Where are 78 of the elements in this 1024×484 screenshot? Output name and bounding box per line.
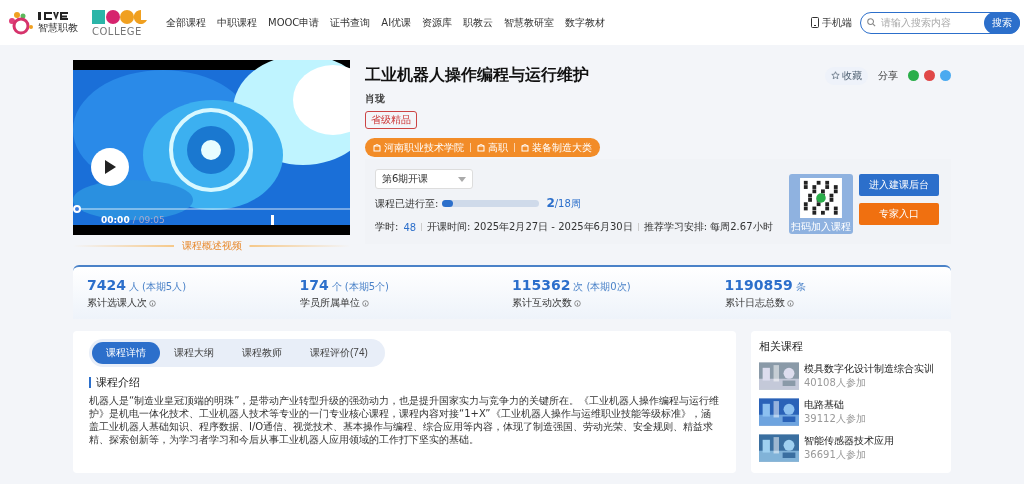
mooc-logo-icon bbox=[92, 8, 148, 26]
session-select[interactable]: 第6期开课 bbox=[375, 169, 473, 189]
stat-value: 174 bbox=[299, 277, 329, 293]
course-admin-button[interactable]: 进入建课后台 bbox=[859, 174, 939, 196]
info-icon[interactable] bbox=[574, 299, 581, 307]
stat-unit: 次 bbox=[573, 280, 584, 294]
progress-label: 课程已进行至: bbox=[375, 196, 439, 211]
nav-link[interactable]: 数字教材 bbox=[565, 15, 606, 30]
nav-link[interactable]: 中职课程 bbox=[217, 15, 257, 30]
video-progress-thumb[interactable] bbox=[73, 205, 81, 213]
related-course-link[interactable]: 模具数字化设计制造综合实训 bbox=[804, 362, 934, 376]
share-label: 分享 bbox=[878, 68, 898, 83]
nav-link[interactable]: 全部课程 bbox=[166, 15, 206, 30]
video-caption: 课程概述视频 bbox=[181, 239, 242, 253]
qq-share-icon[interactable] bbox=[940, 70, 951, 81]
participant-count: 36691人参加 bbox=[804, 448, 867, 462]
course-title: 工业机器人操作编程与运行维护 bbox=[365, 65, 589, 86]
phone-icon bbox=[811, 17, 819, 28]
related-course-link[interactable]: 智能传感器技术应用 bbox=[804, 434, 894, 448]
stat-unit: 条 bbox=[795, 280, 806, 294]
nav-link[interactable]: 职教云 bbox=[463, 15, 494, 30]
play-icon bbox=[103, 159, 117, 175]
participant-count: 39112人参加 bbox=[804, 412, 866, 426]
total-weeks: /18周 bbox=[554, 197, 581, 211]
wechat-share-icon[interactable] bbox=[908, 70, 919, 81]
course-description: 机器人是“制造业皇冠顶端的明珠”，是带动产业转型升级的强劲动力，也是提升国家实力与竞争力的关键所在。《工业机器人操作编程与运行维护》是机电一体化技术、工业机器人技术等专业的一门专业核心课程，课程内容对接“1+X”《工业机器人操作与运维职业技能等级标准》，涵盖工业机器人基础知识、程序数据、I/O通信、视觉技术、基本操作与编程、综合应用等内容，体现了制造强国、劳动光荣、安全规则、精益求精、探索创新等，为学习者学习和今后从事工业机器人应用领域的工作打下坚实的基础。 bbox=[89, 394, 720, 446]
stat-period: (本期5人) bbox=[141, 280, 187, 294]
hours-value: 48 bbox=[403, 221, 417, 233]
search-icon bbox=[867, 18, 876, 27]
college-logo-text: COLLEGE bbox=[92, 26, 143, 37]
nav-link[interactable]: 智慧教研室 bbox=[504, 15, 555, 30]
current-week: 2 bbox=[546, 196, 555, 210]
tab[interactable]: 课程大纲 bbox=[160, 342, 228, 364]
study-schedule: 推荐学习安排: 每周2.67小时 bbox=[643, 220, 773, 234]
stat-period: (本期5个) bbox=[344, 280, 389, 294]
stat-label: 累计选课人次 bbox=[87, 296, 147, 310]
info-icon[interactable] bbox=[149, 299, 156, 307]
stat-label: 累计互动次数 bbox=[512, 296, 572, 310]
tab[interactable]: 课程教师 bbox=[228, 342, 296, 364]
stat-value: 115362 bbox=[512, 277, 571, 293]
quality-tag: 省级精品 bbox=[365, 111, 417, 129]
logo-text: 智慧职教 bbox=[38, 20, 78, 35]
caret-icon bbox=[458, 176, 466, 182]
stat-unit: 人 bbox=[128, 280, 139, 294]
stat-value: 7424 bbox=[87, 277, 126, 293]
stat-label: 累计日志总数 bbox=[724, 296, 785, 310]
mobile-link[interactable]: 手机端 bbox=[811, 15, 852, 30]
nav-link[interactable]: 资源库 bbox=[422, 15, 453, 30]
star-icon bbox=[831, 71, 840, 80]
stat-value: 1190859 bbox=[724, 277, 793, 293]
weibo-share-icon[interactable] bbox=[924, 70, 935, 81]
tab[interactable]: 课程评价(74) bbox=[296, 342, 382, 364]
qr-code-drawing bbox=[799, 178, 843, 218]
teacher-name: 肖珑 bbox=[365, 92, 386, 106]
favorite-button[interactable]: 收藏 bbox=[825, 66, 868, 85]
related-course-link[interactable]: 电路基础 bbox=[804, 398, 866, 412]
nav-link[interactable]: 证书查询 bbox=[330, 15, 371, 30]
logo-icon bbox=[8, 10, 34, 35]
search-button[interactable]: 搜索 bbox=[984, 11, 1020, 34]
course-tag: 装备制造大类 bbox=[521, 140, 592, 155]
section-heading: 课程介绍 bbox=[89, 377, 720, 388]
hours-label: 学时: bbox=[375, 220, 399, 234]
nav-link[interactable]: MOOC申请 bbox=[268, 15, 320, 30]
nav-link[interactable]: AI优课 bbox=[381, 15, 412, 30]
course-tag: 高职 bbox=[477, 140, 508, 155]
stat-period: (本期0次) bbox=[586, 280, 631, 294]
qr-caption: 扫码加入课程 bbox=[791, 220, 851, 234]
info-icon[interactable] bbox=[786, 299, 794, 307]
course-tag: 河南职业技术学院 bbox=[373, 140, 464, 155]
course-dates: 开课时间: 2025年2月27日 - 2025年6月30日 bbox=[427, 220, 633, 234]
related-title: 相关课程 bbox=[759, 339, 804, 354]
stat-unit: 个 bbox=[331, 280, 342, 294]
video-player[interactable]: 00:00 / 09:05 bbox=[73, 60, 350, 235]
video-time: 00:00 / 09:05 bbox=[101, 215, 165, 225]
info-icon[interactable] bbox=[361, 299, 369, 307]
participant-count: 40108人参加 bbox=[804, 376, 867, 390]
stat-label: 学员所属单位 bbox=[299, 296, 360, 310]
tab[interactable]: 课程详情 bbox=[92, 342, 160, 364]
